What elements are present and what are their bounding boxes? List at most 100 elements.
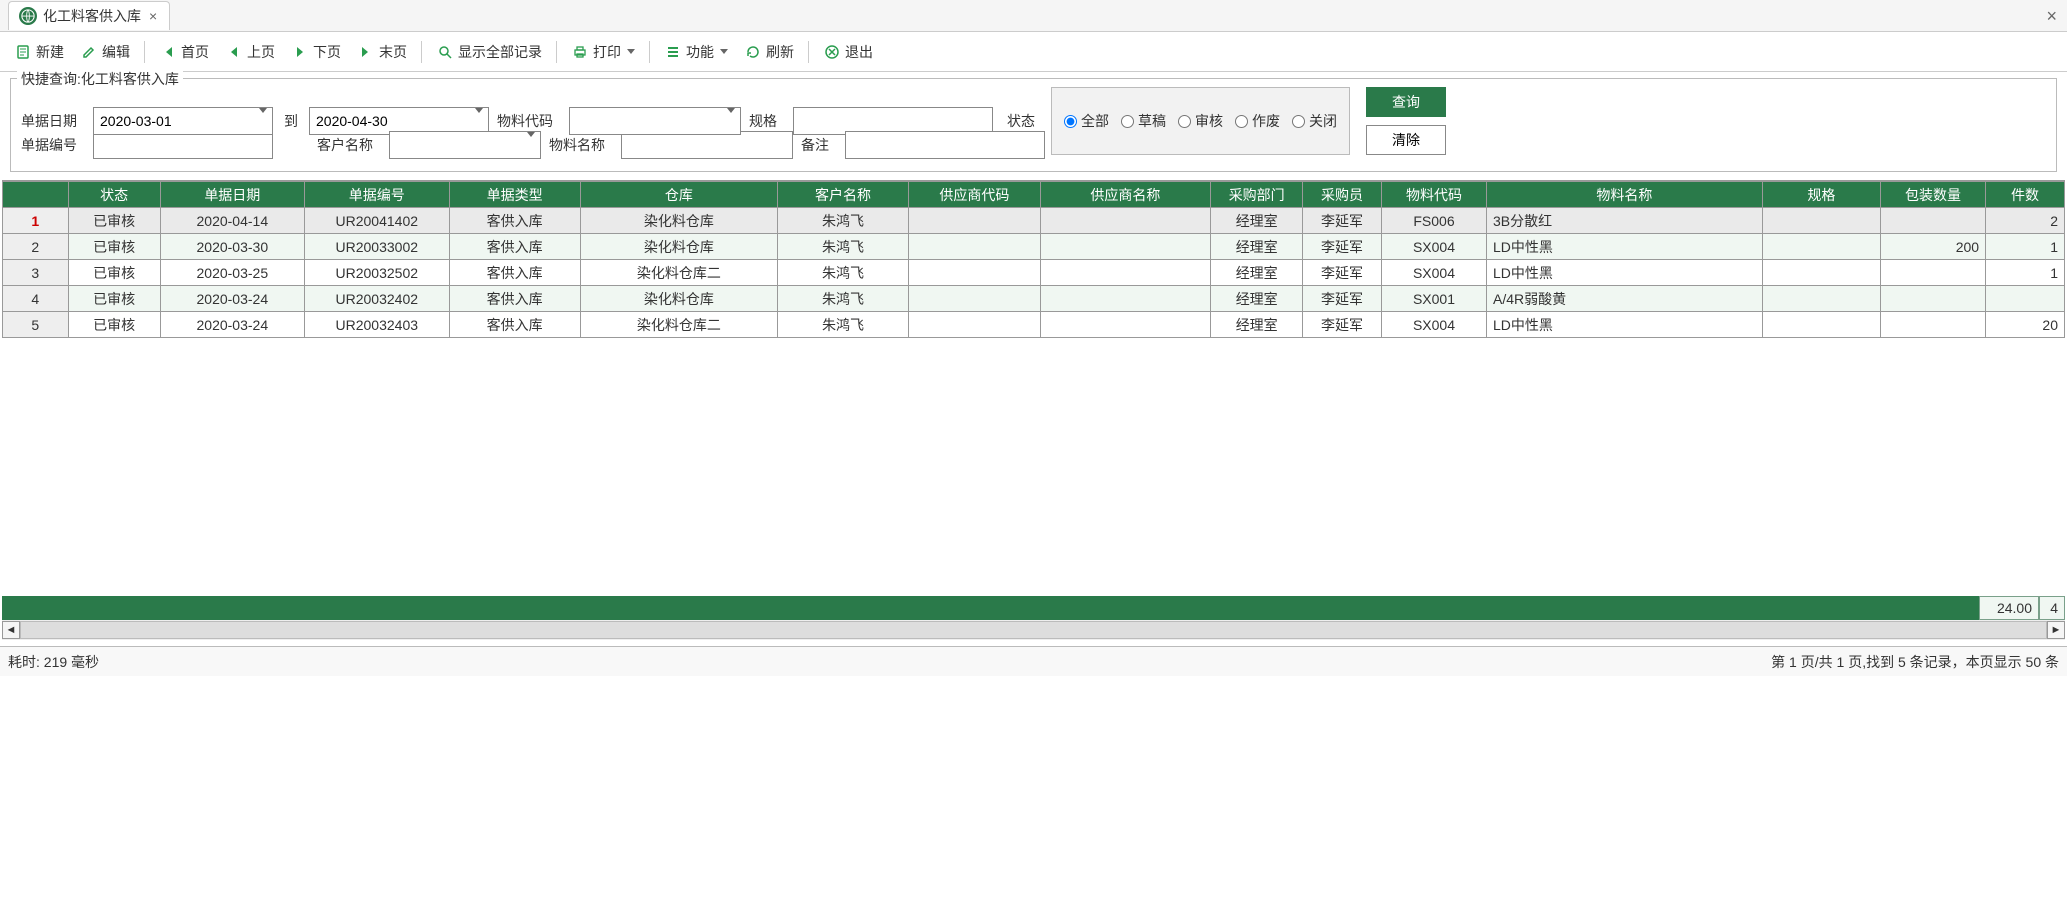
print-button[interactable]: 打印 xyxy=(565,38,641,66)
col-header[interactable]: 物料名称 xyxy=(1487,182,1763,208)
exit-button[interactable]: 退出 xyxy=(817,38,879,66)
table-row[interactable]: 5已审核2020-03-24UR20032403客供入库染化料仓库二朱鸿飞经理室… xyxy=(3,312,2065,338)
col-header[interactable]: 客户名称 xyxy=(777,182,908,208)
customer-name-label: 客户名称 xyxy=(317,135,381,155)
table-row[interactable]: 3已审核2020-03-25UR20032502客供入库染化料仓库二朱鸿飞经理室… xyxy=(3,260,2065,286)
magnify-icon xyxy=(436,43,454,61)
cell-date: 2020-03-24 xyxy=(160,286,304,312)
cell-spec xyxy=(1762,312,1880,338)
cell-pack: 200 xyxy=(1881,234,1986,260)
customer-name-input[interactable] xyxy=(389,131,541,159)
radio-audit[interactable]: 审核 xyxy=(1178,111,1223,131)
cell-mname: LD中性黑 xyxy=(1487,234,1763,260)
tab-active[interactable]: 化工料客供入库 × xyxy=(8,1,170,30)
chevron-down-icon xyxy=(720,49,728,54)
scroll-left-icon[interactable]: ◄ xyxy=(2,621,20,639)
table-row[interactable]: 4已审核2020-03-24UR20032402客供入库染化料仓库朱鸿飞经理室李… xyxy=(3,286,2065,312)
cell-mcode: SX004 xyxy=(1381,312,1486,338)
col-header[interactable]: 供应商名称 xyxy=(1040,182,1211,208)
rownum-cell[interactable]: 4 xyxy=(3,286,69,312)
status-right: 第 1 页/共 1 页,找到 5 条记录，本页显示 50 条 xyxy=(1771,652,2059,672)
cell-supc xyxy=(909,312,1040,338)
scroll-right-icon[interactable]: ► xyxy=(2047,621,2065,639)
rownum-cell[interactable]: 1 xyxy=(3,208,69,234)
tab-bar: 化工料客供入库 × × xyxy=(0,0,2067,32)
rownum-cell[interactable]: 5 xyxy=(3,312,69,338)
cell-qty: 20 xyxy=(1986,312,2065,338)
cell-date: 2020-03-24 xyxy=(160,312,304,338)
cell-mname: A/4R弱酸黄 xyxy=(1487,286,1763,312)
radio-all[interactable]: 全部 xyxy=(1064,111,1109,131)
cell-spec xyxy=(1762,286,1880,312)
cell-no: UR20032403 xyxy=(305,312,449,338)
new-button[interactable]: 新建 xyxy=(8,38,70,66)
cell-pack xyxy=(1881,260,1986,286)
rownum-cell[interactable]: 2 xyxy=(3,234,69,260)
tab-close-icon[interactable]: × xyxy=(147,8,159,24)
date-from-input[interactable] xyxy=(93,107,273,135)
col-header[interactable]: 物料代码 xyxy=(1381,182,1486,208)
rownum-cell[interactable]: 3 xyxy=(3,260,69,286)
edit-button[interactable]: 编辑 xyxy=(74,38,136,66)
radio-void[interactable]: 作废 xyxy=(1235,111,1280,131)
cell-wh: 染化料仓库二 xyxy=(580,312,777,338)
col-header[interactable]: 供应商代码 xyxy=(909,182,1040,208)
col-header[interactable]: 状态 xyxy=(68,182,160,208)
col-header[interactable]: 单据日期 xyxy=(160,182,304,208)
cell-wh: 染化料仓库 xyxy=(580,286,777,312)
material-code-input[interactable] xyxy=(569,107,741,135)
last-page-button[interactable]: 末页 xyxy=(351,38,413,66)
col-header[interactable]: 件数 xyxy=(1986,182,2065,208)
col-header[interactable]: 采购员 xyxy=(1303,182,1382,208)
table-row[interactable]: 1已审核2020-04-14UR20041402客供入库染化料仓库朱鸿飞经理室李… xyxy=(3,208,2065,234)
cell-type: 客供入库 xyxy=(449,260,580,286)
globe-icon xyxy=(19,7,37,25)
next-page-button[interactable]: 下页 xyxy=(285,38,347,66)
totals-row: 24.00 4 xyxy=(2,596,2065,620)
edit-icon xyxy=(80,43,98,61)
cell-no: UR20032402 xyxy=(305,286,449,312)
cell-type: 客供入库 xyxy=(449,312,580,338)
cell-mname: LD中性黑 xyxy=(1487,312,1763,338)
cell-dept: 经理室 xyxy=(1211,208,1303,234)
radio-draft[interactable]: 草稿 xyxy=(1121,111,1166,131)
cell-mcode: SX004 xyxy=(1381,260,1486,286)
refresh-icon xyxy=(744,43,762,61)
cell-buyer: 李延军 xyxy=(1303,312,1382,338)
col-header[interactable]: 单据类型 xyxy=(449,182,580,208)
remark-input[interactable] xyxy=(845,131,1045,159)
totals-extra: 4 xyxy=(2039,596,2065,620)
cell-mcode: SX004 xyxy=(1381,234,1486,260)
show-all-button[interactable]: 显示全部记录 xyxy=(430,38,548,66)
cell-status: 已审核 xyxy=(68,312,160,338)
cell-buyer: 李延军 xyxy=(1303,286,1382,312)
first-page-button[interactable]: 首页 xyxy=(153,38,215,66)
doc-no-input[interactable] xyxy=(93,131,273,159)
cell-no: UR20032502 xyxy=(305,260,449,286)
table-row[interactable]: 2已审核2020-03-30UR20033002客供入库染化料仓库朱鸿飞经理室李… xyxy=(3,234,2065,260)
cell-qty xyxy=(1986,286,2065,312)
col-header[interactable]: 采购部门 xyxy=(1211,182,1303,208)
cell-pack xyxy=(1881,312,1986,338)
radio-close[interactable]: 关闭 xyxy=(1292,111,1337,131)
cell-supn xyxy=(1040,208,1211,234)
col-header[interactable]: 仓库 xyxy=(580,182,777,208)
next-icon xyxy=(291,43,309,61)
cell-qty: 1 xyxy=(1986,234,2065,260)
material-name-input[interactable] xyxy=(621,131,793,159)
col-header[interactable]: 包装数量 xyxy=(1881,182,1986,208)
refresh-button[interactable]: 刷新 xyxy=(738,38,800,66)
cell-dept: 经理室 xyxy=(1211,312,1303,338)
cell-type: 客供入库 xyxy=(449,286,580,312)
prev-page-button[interactable]: 上页 xyxy=(219,38,281,66)
col-header[interactable]: 规格 xyxy=(1762,182,1880,208)
cell-spec xyxy=(1762,208,1880,234)
close-icon[interactable]: × xyxy=(2046,6,2057,27)
functions-button[interactable]: 功能 xyxy=(658,38,734,66)
col-header[interactable]: 单据编号 xyxy=(305,182,449,208)
cell-cust: 朱鸿飞 xyxy=(777,208,908,234)
query-button[interactable]: 查询 xyxy=(1366,87,1446,117)
cell-dept: 经理室 xyxy=(1211,234,1303,260)
cell-buyer: 李延军 xyxy=(1303,234,1382,260)
horizontal-scrollbar[interactable]: ◄ ► xyxy=(2,620,2065,640)
